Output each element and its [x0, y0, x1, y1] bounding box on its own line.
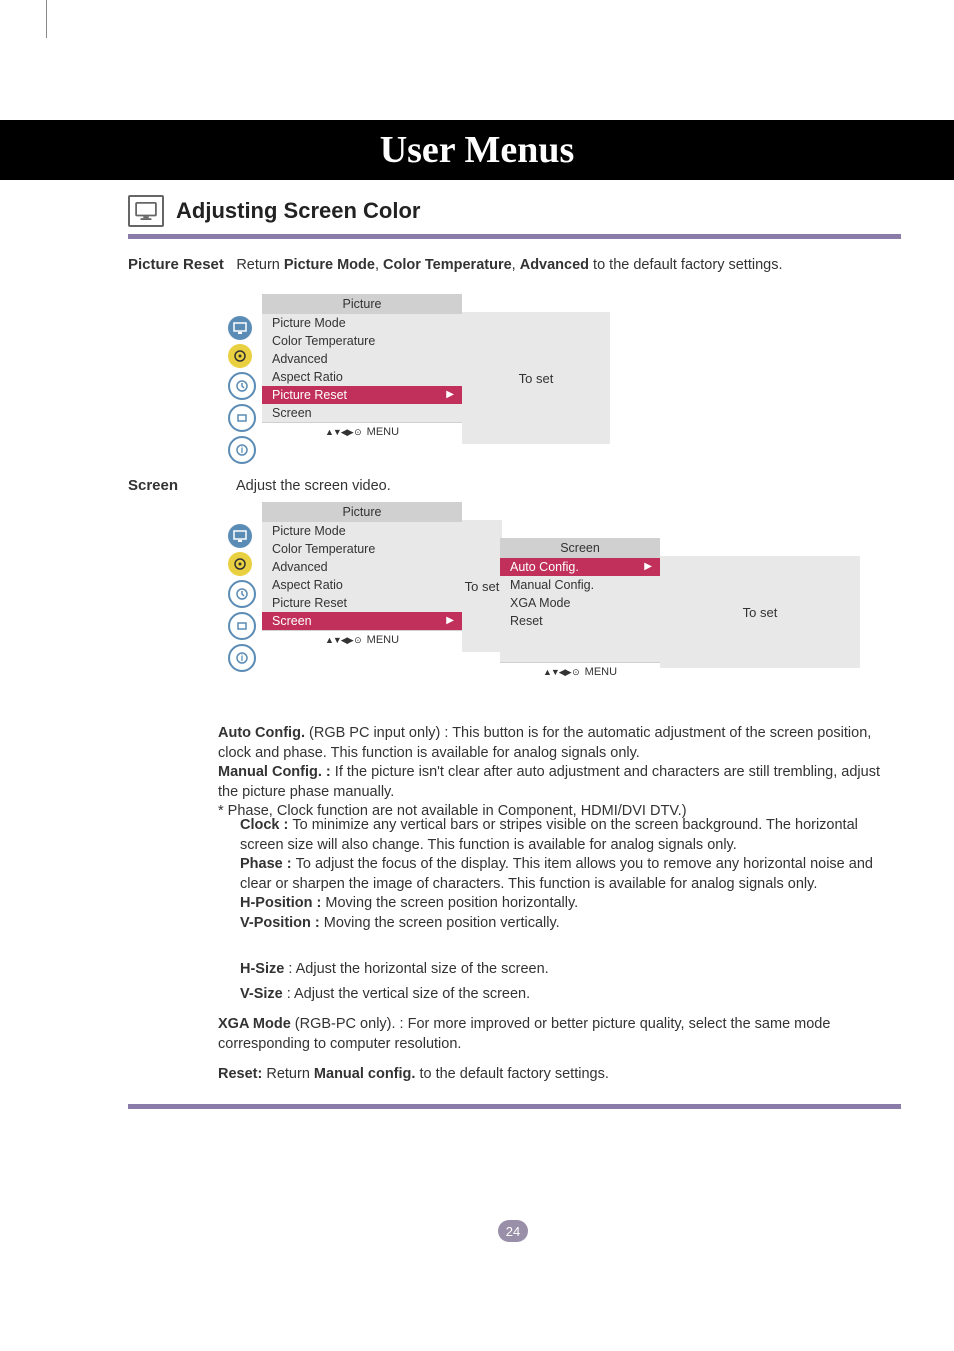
- menu-item-advanced[interactable]: Advanced: [262, 558, 462, 576]
- submenu-spacer: [500, 630, 660, 662]
- size-text: H-Size : Adjust the horizontal size of t…: [240, 957, 890, 1006]
- menu-item-color-temperature[interactable]: Color Temperature: [262, 332, 462, 350]
- submenu-item-manual-config[interactable]: Manual Config.: [500, 576, 660, 594]
- pr-sep1: ,: [375, 257, 383, 273]
- info-icon: i: [228, 644, 256, 672]
- clock-text: To minimize any vertical bars or stripes…: [240, 817, 858, 853]
- osd-menu-footer: ▲▼◀▶ ⊙MENU: [262, 422, 462, 441]
- toset-panel: To set: [660, 556, 860, 668]
- nav-arrows-icon: ▲▼◀▶ ⊙: [543, 667, 579, 677]
- pr-suffix: to the default factory settings.: [589, 257, 782, 273]
- page-crop-mark: [46, 0, 47, 38]
- menu-item-picture-mode[interactable]: Picture Mode: [262, 314, 462, 332]
- osd-menu-header: Picture: [262, 502, 462, 522]
- indent-text: Clock : To minimize any vertical bars or…: [240, 816, 890, 933]
- xga-label: XGA Mode: [218, 1016, 291, 1032]
- phase-text: To adjust the focus of the display. This…: [240, 856, 873, 892]
- osd-submenu-header: Screen: [500, 538, 660, 558]
- menu-item-color-temperature[interactable]: Color Temperature: [262, 540, 462, 558]
- nav-arrows-icon: ▲▼◀▶ ⊙: [325, 635, 361, 645]
- clock-icon: [228, 372, 256, 400]
- target-icon: [228, 552, 252, 576]
- nav-arrows-icon: ▲▼◀▶ ⊙: [325, 427, 361, 437]
- clock-label: Clock :: [240, 817, 292, 833]
- osd-submenu-footer: ▲▼◀▶ ⊙MENU: [500, 662, 660, 681]
- hsize-label: H-Size: [240, 961, 284, 977]
- banner-title: User Menus: [380, 129, 575, 171]
- menu-item-screen[interactable]: Screen: [262, 404, 462, 422]
- menu-item-screen[interactable]: Screen▶: [262, 612, 462, 630]
- osd-menu-header: Picture: [262, 294, 462, 314]
- toset-panel: To set: [462, 520, 502, 652]
- hsize-text: : Adjust the horizontal size of the scre…: [284, 961, 548, 977]
- reset-bold: Manual config.: [314, 1066, 416, 1082]
- picture-reset-label: Picture Reset: [128, 256, 224, 273]
- arrow-right-icon: ▶: [446, 389, 454, 400]
- xga-note: (RGB-PC only). :: [291, 1016, 408, 1032]
- osd-menu-footer: ▲▼◀▶ ⊙MENU: [262, 630, 462, 649]
- submenu-item-auto-config[interactable]: Auto Config.▶: [500, 558, 660, 576]
- pr-desc-prefix: Return: [236, 257, 284, 273]
- submenu-item-reset[interactable]: Reset: [500, 612, 660, 630]
- osd-submenu-screen: Screen Auto Config.▶ Manual Config. XGA …: [500, 538, 860, 681]
- menu-item-picture-reset[interactable]: Picture Reset▶: [262, 386, 462, 404]
- osd-icon-column: i: [228, 502, 262, 672]
- auto-config-label: Auto Config.: [218, 725, 305, 741]
- osd-menu-box: Picture Picture Mode Color Temperature A…: [262, 502, 462, 672]
- monitor-icon: [228, 524, 252, 548]
- body-text: Auto Config. (RGB PC input only) : This …: [218, 724, 898, 822]
- svg-text:i: i: [241, 653, 244, 663]
- reset-suffix: to the default factory settings.: [415, 1066, 608, 1082]
- osd-menu-picture-reset: i Picture Picture Mode Color Temperature…: [228, 294, 610, 464]
- page-number: 24: [498, 1220, 528, 1242]
- monitor-icon: [128, 195, 164, 227]
- section-header: Adjusting Screen Color: [128, 195, 420, 227]
- manual-config-label: Manual Config. :: [218, 764, 335, 780]
- menu-item-aspect-ratio[interactable]: Aspect Ratio: [262, 368, 462, 386]
- monitor-icon: [228, 316, 252, 340]
- reset-label: Reset:: [218, 1066, 266, 1082]
- submenu-item-xga-mode[interactable]: XGA Mode: [500, 594, 660, 612]
- svg-text:i: i: [241, 445, 244, 455]
- reset-text-block: Reset: Return Manual config. to the defa…: [218, 1066, 898, 1082]
- arrow-right-icon: ▶: [644, 561, 652, 572]
- menu-item-picture-mode[interactable]: Picture Mode: [262, 522, 462, 540]
- arrow-right-icon: ▶: [446, 615, 454, 626]
- reset-prefix: Return: [266, 1066, 314, 1082]
- hpos-label: H-Position :: [240, 895, 325, 911]
- menu-item-advanced[interactable]: Advanced: [262, 350, 462, 368]
- menu-item-aspect-ratio[interactable]: Aspect Ratio: [262, 576, 462, 594]
- options-icon: [228, 404, 256, 432]
- menu-item-picture-reset[interactable]: Picture Reset: [262, 594, 462, 612]
- pr-sep2: ,: [512, 257, 520, 273]
- vpos-label: V-Position :: [240, 915, 324, 931]
- pr-bold3: Advanced: [520, 257, 589, 273]
- screen-label: Screen: [128, 477, 178, 494]
- auto-config-note: (RGB PC input only) :: [305, 725, 452, 741]
- vsize-text: : Adjust the vertical size of the screen…: [283, 986, 530, 1002]
- info-icon: i: [228, 436, 256, 464]
- phase-label: Phase :: [240, 856, 296, 872]
- screen-desc: Adjust the screen video.: [236, 477, 391, 497]
- target-icon: [228, 344, 252, 368]
- vpos-text: Moving the screen position vertically.: [324, 915, 560, 931]
- divider-bottom: [128, 1104, 901, 1109]
- osd-icon-column: i: [228, 294, 262, 464]
- toset-panel: To set: [462, 312, 610, 444]
- options-icon: [228, 612, 256, 640]
- vsize-label: V-Size: [240, 986, 283, 1002]
- banner: User Menus: [0, 120, 954, 180]
- divider-top: [128, 234, 901, 239]
- pr-bold2: Color Temperature: [383, 257, 512, 273]
- xga-text-block: XGA Mode (RGB-PC only). : For more impro…: [218, 1015, 898, 1054]
- hpos-text: Moving the screen position horizontally.: [325, 895, 578, 911]
- osd-menu-box: Picture Picture Mode Color Temperature A…: [262, 294, 462, 464]
- clock-icon: [228, 580, 256, 608]
- osd-menu-screen: i Picture Picture Mode Color Temperature…: [228, 502, 502, 672]
- section-title: Adjusting Screen Color: [176, 198, 420, 224]
- picture-reset-row: Picture Reset Return Picture Mode, Color…: [128, 256, 901, 276]
- pr-bold1: Picture Mode: [284, 257, 375, 273]
- osd-submenu-box: Screen Auto Config.▶ Manual Config. XGA …: [500, 538, 660, 681]
